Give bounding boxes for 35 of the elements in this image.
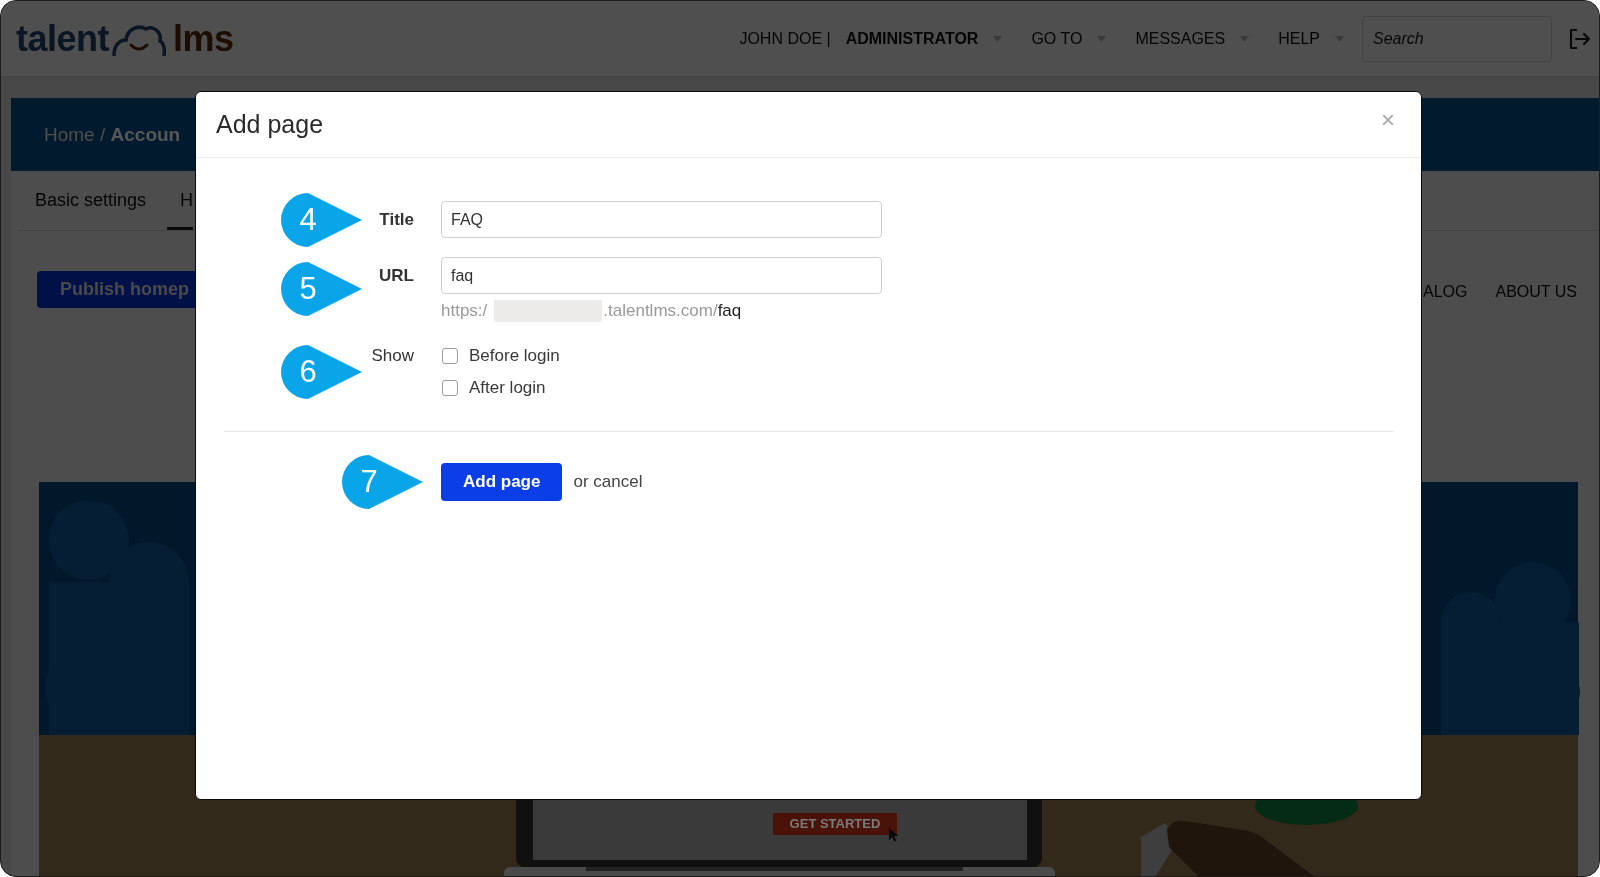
- nav-menu-button[interactable]: MESSAGES: [1135, 27, 1250, 50]
- checkbox-label[interactable]: After login: [469, 378, 546, 398]
- text-field[interactable]: FAQ: [441, 201, 882, 238]
- cursor-icon: [888, 827, 900, 842]
- url-prefix: https:/: [441, 301, 488, 321]
- logo-text: talent: [16, 18, 109, 59]
- url-slug: faq: [717, 301, 742, 321]
- checkbox-label[interactable]: Before login: [469, 346, 560, 366]
- logout-icon[interactable]: [1568, 27, 1592, 50]
- url-domain: .talentlms.com/: [603, 301, 718, 321]
- step-callout: 6: [281, 345, 362, 399]
- checkbox[interactable]: [442, 380, 458, 396]
- get-started-label: GET STARTED: [773, 813, 897, 835]
- step-callout: 7: [342, 455, 423, 509]
- step-callout: 4: [281, 192, 362, 247]
- nav-menu-button[interactable]: JOHN DOE | ADMINISTRATOR: [739, 27, 1003, 50]
- text-field[interactable]: faq: [441, 257, 882, 294]
- step-callout: 5: [281, 262, 362, 316]
- close-button[interactable]: ×: [1377, 106, 1399, 133]
- nav-menu-button[interactable]: GO TO: [1031, 27, 1107, 50]
- tab[interactable]: Basic settings: [22, 171, 147, 230]
- field-label: URL: [379, 266, 414, 285]
- add-page-button[interactable]: Add page: [441, 463, 563, 501]
- nav-menu-button[interactable]: HELP: [1278, 27, 1344, 50]
- breadcrumb: Home / Accoun: [44, 123, 181, 146]
- site-menu-link[interactable]: ALOG: [1423, 282, 1468, 301]
- field-label: Title: [379, 210, 414, 229]
- checkbox[interactable]: [442, 348, 458, 364]
- publish-button[interactable]: Publish homep: [37, 271, 197, 308]
- dialog-title: Add page: [216, 110, 324, 139]
- site-menu-link[interactable]: ABOUT US: [1495, 282, 1577, 301]
- cancel-link[interactable]: or cancel: [573, 472, 643, 492]
- logo-text: lms: [173, 18, 234, 59]
- field-label: Show: [371, 346, 414, 365]
- search-field[interactable]: Search: [1362, 15, 1552, 62]
